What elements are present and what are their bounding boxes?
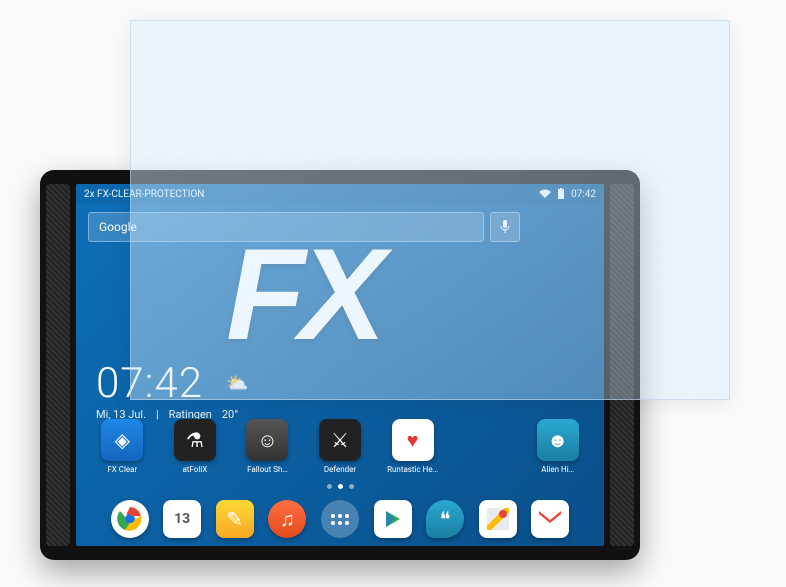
vaultboy-icon: ☺ <box>246 419 288 461</box>
app-atfolix[interactable]: ⚗ atFoliX <box>165 419 225 474</box>
play-music-icon[interactable]: ♫ <box>268 500 306 538</box>
maps-icon[interactable] <box>479 500 517 538</box>
app-fx-clear[interactable]: ◈ FX Clear <box>92 419 152 474</box>
defender-icon: ⚔ <box>319 419 361 461</box>
screen-protector-glass <box>130 20 730 400</box>
calendar-icon[interactable]: 13 <box>163 500 201 538</box>
diamond-icon: ◈ <box>101 419 143 461</box>
product-image: 2x FX-CLEAR-PROTECTION 07:42 Google <box>0 0 786 587</box>
play-store-icon[interactable] <box>374 500 412 538</box>
app-fallout[interactable]: ☺ Fallout Sh… <box>237 419 297 474</box>
flask-icon: ⚗ <box>174 419 216 461</box>
heart-icon: ♥ <box>392 419 434 461</box>
page-indicator <box>76 484 604 489</box>
hangouts-icon[interactable]: ❝ <box>426 500 464 538</box>
game-icon: ☻ <box>537 419 579 461</box>
app-defender[interactable]: ⚔ Defender <box>310 419 370 474</box>
dock: 13 ✎ ♫ ❝ <box>76 500 604 538</box>
chrome-icon[interactable] <box>111 500 149 538</box>
home-screen-apps: ◈ FX Clear ⚗ atFoliX ☺ Fallout Sh… ⚔ Def… <box>76 419 604 474</box>
gmail-icon[interactable] <box>531 500 569 538</box>
app-runtastic[interactable]: ♥ Runtastic He… <box>383 419 443 474</box>
app-game[interactable]: ☻ Alien Hi… <box>528 419 588 474</box>
speaker-grille-left <box>46 184 70 546</box>
keep-icon[interactable]: ✎ <box>216 500 254 538</box>
app-drawer-button[interactable] <box>321 500 359 538</box>
